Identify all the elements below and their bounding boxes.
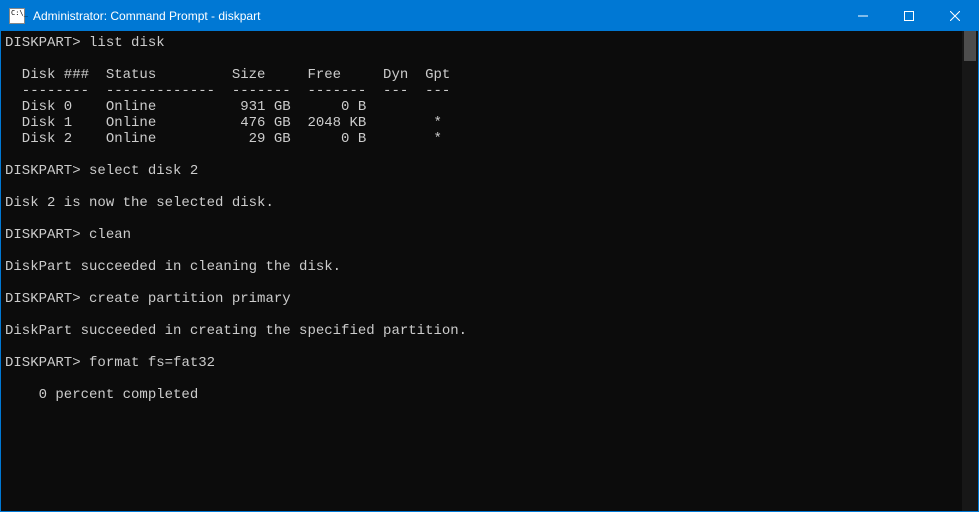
line: DISKPART> select disk 2 (5, 163, 198, 179)
table-row: Disk 2 Online 29 GB 0 B * (5, 131, 442, 147)
table-divider: -------- ------------- ------- ------- -… (5, 83, 450, 99)
table-row: Disk 0 Online 931 GB 0 B (5, 99, 366, 115)
response: 0 percent completed (5, 387, 198, 403)
scrollbar-thumb[interactable] (964, 31, 976, 61)
response: DiskPart succeeded in cleaning the disk. (5, 259, 341, 275)
close-button[interactable] (932, 1, 978, 31)
response: DiskPart succeeded in creating the speci… (5, 323, 467, 339)
minimize-button[interactable] (840, 1, 886, 31)
table-row: Disk 1 Online 476 GB 2048 KB * (5, 115, 442, 131)
titlebar[interactable]: Administrator: Command Prompt - diskpart (1, 1, 978, 31)
window-controls (840, 1, 978, 31)
window-title: Administrator: Command Prompt - diskpart (33, 9, 840, 23)
line: DISKPART> clean (5, 227, 131, 243)
terminal-output[interactable]: DISKPART> list disk Disk ### Status Size… (1, 31, 978, 511)
table-header: Disk ### Status Size Free Dyn Gpt (5, 67, 450, 83)
cmd-icon (9, 8, 25, 24)
line: DISKPART> list disk (5, 35, 165, 51)
line: DISKPART> create partition primary (5, 291, 291, 307)
line: DISKPART> format fs=fat32 (5, 355, 215, 371)
maximize-button[interactable] (886, 1, 932, 31)
command-prompt-window: Administrator: Command Prompt - diskpart… (0, 0, 979, 512)
response: Disk 2 is now the selected disk. (5, 195, 274, 211)
scrollbar[interactable] (962, 31, 978, 511)
